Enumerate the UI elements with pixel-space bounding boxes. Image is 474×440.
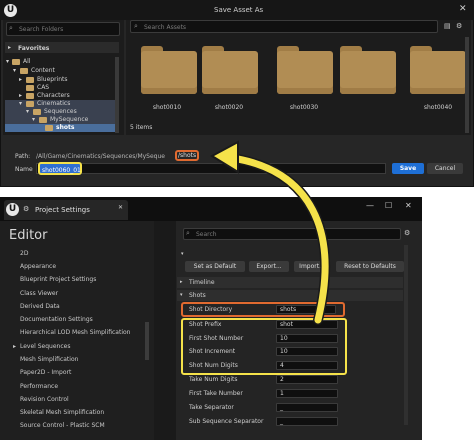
callout-arrow xyxy=(209,140,330,325)
callout-arrow-outline xyxy=(227,153,330,325)
callout-arrow-shaft xyxy=(228,154,329,324)
callout-arrow-head xyxy=(209,140,239,174)
